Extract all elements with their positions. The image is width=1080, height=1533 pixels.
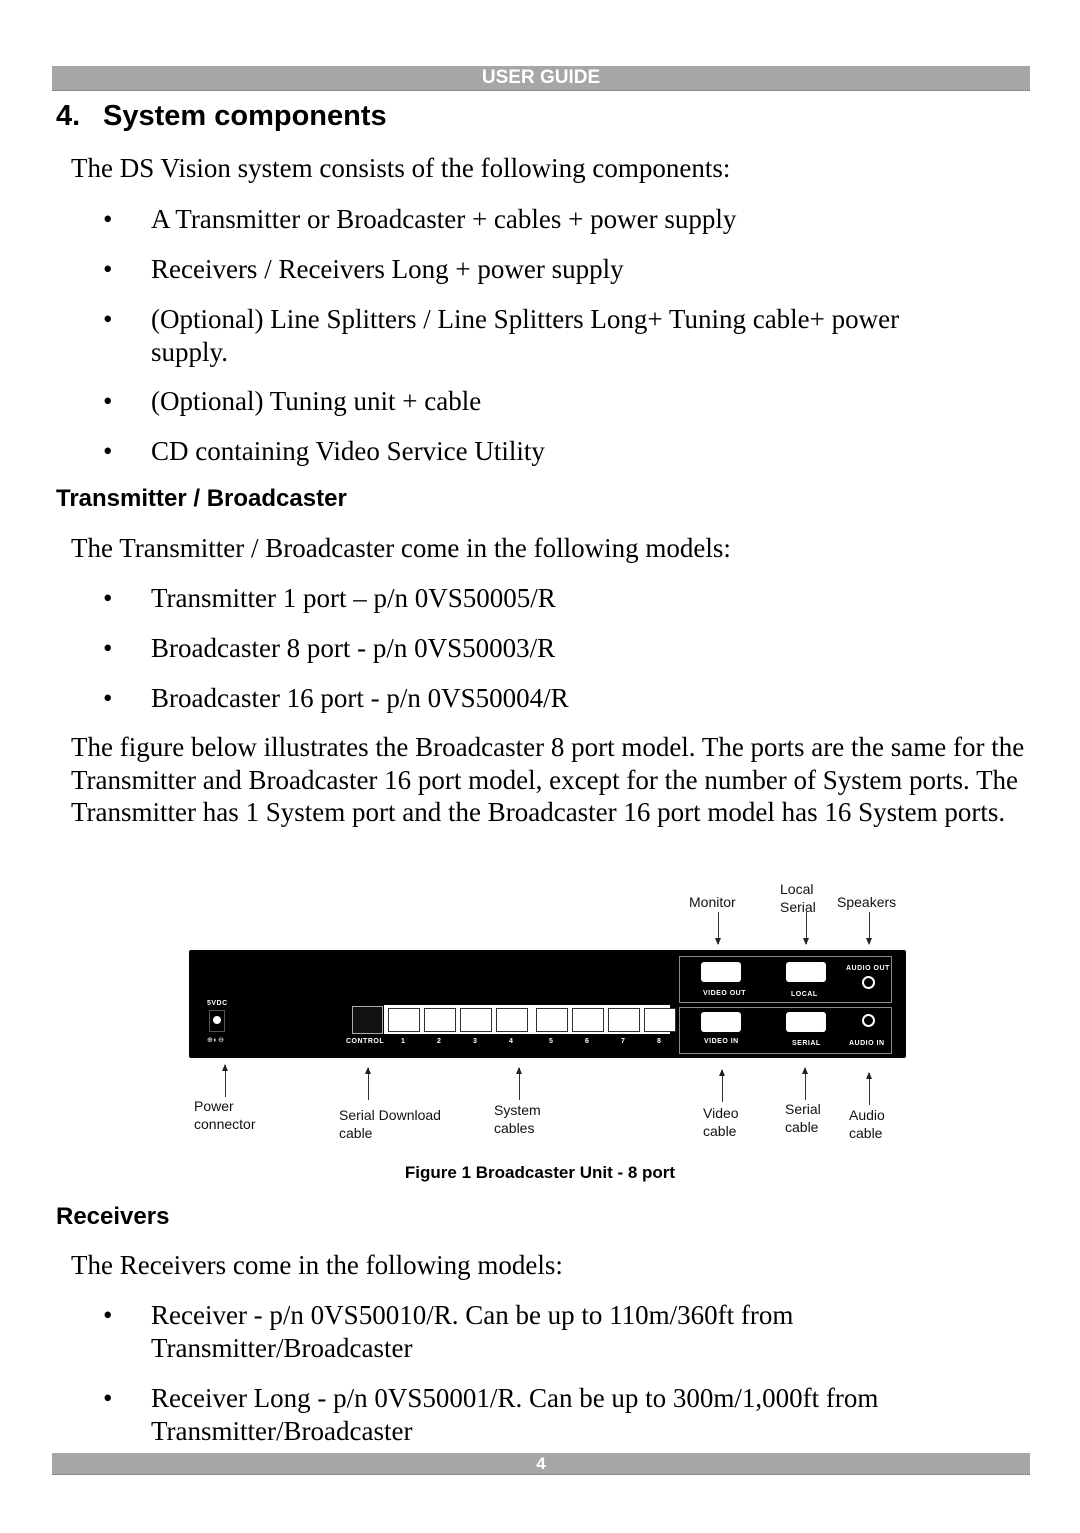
polarity-symbol: ⊕◐⊖ <box>207 1037 225 1044</box>
arrow-local-serial <box>803 912 809 945</box>
label-monitor: Monitor <box>689 894 736 910</box>
arrow-speakers <box>866 912 872 945</box>
transmitter-heading: Transmitter / Broadcaster <box>56 485 347 512</box>
arrow-system <box>516 1067 522 1100</box>
vga-video-in-icon <box>701 1012 741 1032</box>
footer-bar: 4 <box>52 1453 1030 1475</box>
transmitter-intro: The Transmitter / Broadcaster come in th… <box>71 533 731 563</box>
system-port-label: 6 <box>585 1038 590 1045</box>
bullet-icon: • <box>103 204 113 234</box>
section-title-text: System components <box>103 100 387 132</box>
arrow-serial <box>802 1067 808 1100</box>
system-port-icon <box>608 1008 640 1032</box>
label-power: Power connector <box>194 1098 256 1132</box>
system-port-label: 2 <box>437 1038 442 1045</box>
bullet-icon: • <box>103 683 113 713</box>
audio-out-label: AUDIO OUT <box>846 965 890 972</box>
figure-description: The figure below illustrates the Broadca… <box>71 732 1025 827</box>
bullet-icon: • <box>103 1300 113 1330</box>
system-port-label: 1 <box>401 1038 406 1045</box>
system-port-icon <box>536 1008 568 1032</box>
label-system: System cables <box>494 1102 541 1136</box>
bullet-icon: • <box>103 1383 113 1413</box>
system-port-label: 4 <box>509 1038 514 1045</box>
arrow-video <box>719 1069 725 1102</box>
receivers-heading: Receivers <box>56 1203 170 1230</box>
label-speakers: Speakers <box>837 894 897 910</box>
arrow-power <box>222 1064 228 1097</box>
label-serial: Serial cable <box>785 1101 821 1135</box>
bullet-icon: • <box>103 254 113 284</box>
bullet-icon: • <box>103 633 113 663</box>
power-label: 5VDC <box>207 1000 228 1007</box>
system-port-icon <box>388 1008 420 1032</box>
video-out-label: VIDEO OUT <box>703 990 747 997</box>
system-port-label: 3 <box>473 1038 478 1045</box>
audio-in-label: AUDIO IN <box>849 1040 885 1047</box>
label-serial-download: Serial Download cable <box>339 1107 441 1141</box>
serial-port-icon <box>786 1012 826 1032</box>
label-audio: Audio cable <box>849 1107 885 1141</box>
bullet-icon: • <box>103 436 113 466</box>
audio-out-jack-icon <box>862 976 875 989</box>
audio-in-jack-icon <box>862 1014 875 1027</box>
system-port-label: 8 <box>657 1038 662 1045</box>
header-bar: USER GUIDE <box>52 66 1030 91</box>
control-label: CONTROL <box>346 1038 385 1045</box>
local-label: LOCAL <box>791 991 818 998</box>
system-port-label: 7 <box>621 1038 626 1045</box>
system-port-icon <box>496 1008 528 1032</box>
section-title: 4. System components <box>56 100 387 133</box>
section-number: 4. <box>56 100 81 132</box>
receivers-intro: The Receivers come in the following mode… <box>71 1250 563 1280</box>
page-number: 4 <box>536 1454 546 1473</box>
intro-paragraph: The DS Vision system consists of the fol… <box>71 153 731 183</box>
system-port-icon <box>460 1008 492 1032</box>
bullet-icon: • <box>103 304 113 334</box>
video-in-label: VIDEO IN <box>704 1038 739 1045</box>
power-jack-icon <box>209 1010 225 1032</box>
label-video: Video cable <box>703 1105 739 1139</box>
arrow-serial-download <box>365 1067 371 1100</box>
bullet-icon: • <box>103 386 113 416</box>
system-port-icon <box>424 1008 456 1032</box>
system-port-icon <box>644 1008 676 1032</box>
figure-caption: Figure 1 Broadcaster Unit - 8 port <box>404 1163 676 1182</box>
label-local-serial: Local Serial <box>780 881 816 915</box>
system-port-icon <box>572 1008 604 1032</box>
arrow-monitor <box>715 912 721 945</box>
system-port-label: 5 <box>549 1038 554 1045</box>
header-title: USER GUIDE <box>481 67 601 88</box>
bullet-icon: • <box>103 583 113 613</box>
serial-label: SERIAL <box>792 1040 821 1047</box>
vga-video-out-icon <box>701 962 741 982</box>
broadcaster-rear-panel: 5VDC ⊕◐⊖ CONTROL VIDEO OUT LOCAL AUDIO O… <box>189 950 906 1058</box>
control-port-icon <box>352 1006 383 1034</box>
arrow-audio <box>866 1072 872 1105</box>
serial-local-icon <box>786 962 826 982</box>
